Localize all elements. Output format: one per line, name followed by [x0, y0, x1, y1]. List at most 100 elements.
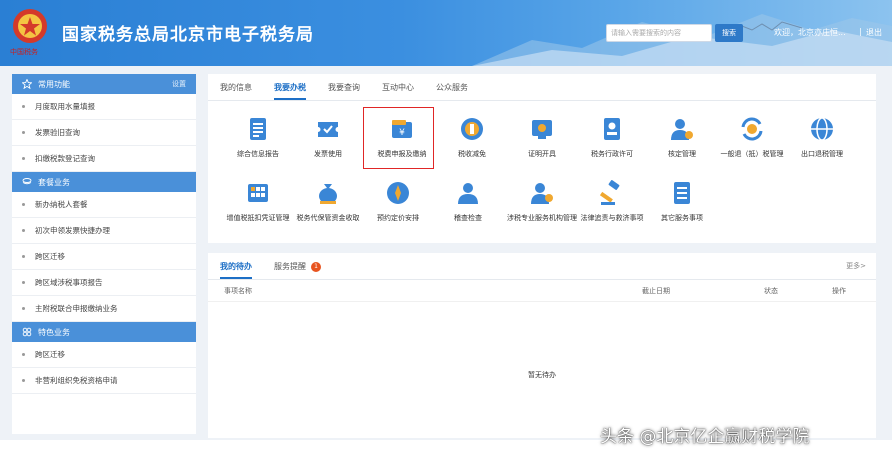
service-label: 出口退税管理	[801, 150, 843, 158]
main-tabs: 我的信息 我要办税 我要查询 互动中心 公众服务	[208, 74, 876, 101]
sidebar-item[interactable]: 初次申领发票快捷办理	[12, 218, 196, 244]
star-icon	[22, 79, 32, 89]
service-agency-management[interactable]: 涉税专业服务机构管理	[506, 179, 578, 223]
grid-icon	[22, 327, 32, 337]
bullet-icon	[22, 105, 25, 108]
svg-text:¥: ¥	[399, 128, 405, 138]
empty-state-text: 暂无待办	[528, 371, 556, 379]
tax-payment-icon: ¥	[392, 120, 412, 138]
todo-table-header: 事项名称 截止日期 状态 操作	[208, 280, 876, 302]
todo-tabs: 我的待办 服务提醒 1 更多>	[208, 253, 876, 280]
sidebar-item[interactable]: 月度取用水量填报	[12, 94, 196, 120]
service-other-matters[interactable]: 其它服务事项	[646, 179, 718, 223]
layers-icon	[22, 178, 32, 185]
service-label: 税费申报及缴纳	[377, 150, 427, 158]
header-separator: |	[859, 27, 862, 36]
service-label: 稽查检查	[454, 214, 482, 222]
coin-icon	[461, 118, 483, 140]
service-label: 涉税专业服务机构管理	[507, 214, 577, 222]
service-general-refund[interactable]: 一般退（抵）税管理	[716, 115, 788, 159]
sidebar-item[interactable]: 新办纳税人套餐	[12, 192, 196, 218]
service-label: 税务行政许可	[591, 150, 633, 158]
tab-interaction[interactable]: 互动中心	[382, 82, 414, 100]
service-custody-funds[interactable]: 税务代保管资金收取	[292, 179, 364, 223]
permit-icon	[604, 118, 620, 140]
sidebar-section-package[interactable]: 套餐业务	[12, 172, 196, 192]
service-label: 综合信息报告	[237, 150, 279, 158]
service-label: 一般退（抵）税管理	[720, 150, 784, 158]
column-header: 截止日期	[642, 286, 670, 295]
service-label: 其它服务事项	[661, 214, 703, 222]
bullet-icon	[22, 203, 25, 206]
bullet-icon	[22, 353, 25, 356]
todo-panel: 我的待办 服务提醒 1 更多> 事项名称 截止日期 状态 操作 暂无待办	[208, 253, 876, 438]
sidebar-section-featured[interactable]: 特色业务	[12, 322, 196, 342]
service-label: 核定管理	[668, 150, 696, 158]
sidebar-item-label: 新办纳税人套餐	[35, 200, 88, 209]
service-advance-pricing[interactable]: 预约定价安排	[362, 179, 434, 223]
service-vat-deduction[interactable]: 增值税抵扣凭证管理	[222, 179, 294, 223]
sidebar-item[interactable]: 跨区域涉税事项报告	[12, 270, 196, 296]
sidebar-item[interactable]: 发票验旧查询	[12, 120, 196, 146]
tab-my-info[interactable]: 我的信息	[220, 82, 252, 100]
settings-link[interactable]: 设置	[172, 79, 186, 89]
bullet-icon	[22, 229, 25, 232]
more-link[interactable]: 更多>	[846, 261, 866, 271]
bullet-icon	[22, 157, 25, 160]
tab-service-reminder[interactable]: 服务提醒 1	[274, 261, 321, 279]
emblem-caption: 中国税务	[10, 48, 38, 56]
bullet-icon	[22, 131, 25, 134]
service-inspection[interactable]: 稽查检查	[432, 179, 504, 223]
sidebar-item-label: 扣缴税款登记查询	[35, 154, 95, 163]
sidebar-item[interactable]: 非营利组织免税资格申请	[12, 368, 196, 394]
service-label: 税收减免	[458, 150, 486, 158]
bullet-icon	[22, 255, 25, 258]
service-label: 预约定价安排	[377, 214, 419, 222]
tab-query[interactable]: 我要查询	[328, 82, 360, 100]
compass-icon	[387, 182, 409, 204]
tab-service-reminder-label: 服务提醒	[274, 262, 306, 271]
tab-my-todo[interactable]: 我的待办	[220, 261, 252, 279]
sidebar-item-label: 跨区域涉税事项报告	[35, 278, 103, 287]
tab-public-service[interactable]: 公众服务	[436, 82, 468, 100]
watermark-text: 头条 @北京亿企赢财税学院	[600, 427, 810, 447]
gavel-icon	[599, 180, 620, 205]
service-label: 证明开具	[528, 150, 556, 158]
reminder-count-badge: 1	[311, 261, 321, 272]
sidebar-item[interactable]: 扣缴税款登记查询	[12, 146, 196, 172]
search-input[interactable]	[606, 24, 712, 42]
column-header: 状态	[764, 286, 778, 295]
money-bag-icon	[319, 184, 337, 204]
logout-link[interactable]: 退出	[866, 27, 882, 38]
service-admin-permit[interactable]: 税务行政许可	[576, 115, 648, 159]
sidebar-item[interactable]: 主附税联合申报缴纳业务	[12, 296, 196, 322]
bullet-icon	[22, 379, 25, 382]
bullet-icon	[22, 281, 25, 284]
bullet-icon	[22, 307, 25, 310]
ticket-icon	[318, 122, 338, 137]
service-invoice-use[interactable]: 发票使用	[292, 115, 364, 159]
search-button[interactable]: 搜索	[715, 24, 743, 42]
service-general-info-report[interactable]: 综合信息报告	[222, 115, 294, 159]
service-tax-relief[interactable]: 税收减免	[436, 115, 508, 159]
service-label: 法律追责与救济事项	[580, 214, 644, 222]
tab-do-tax[interactable]: 我要办税	[274, 82, 306, 100]
service-legal-remedy[interactable]: 法律追责与救济事项	[576, 179, 648, 223]
sidebar-section-title: 特色业务	[38, 327, 70, 337]
service-label: 税务代保管资金收取	[296, 214, 360, 222]
list-icon	[674, 182, 690, 204]
sidebar-section-common[interactable]: 常用功能 设置	[12, 74, 196, 94]
service-assessment-management[interactable]: 核定管理	[646, 115, 718, 159]
globe-icon	[811, 117, 833, 141]
service-export-refund[interactable]: 出口退税管理	[786, 115, 858, 159]
refund-icon	[741, 117, 763, 141]
sidebar-item[interactable]: 跨区迁移	[12, 342, 196, 368]
service-label: 增值税抵扣凭证管理	[226, 214, 290, 222]
sidebar-item[interactable]: 跨区迁移	[12, 244, 196, 270]
sidebar-item-label: 月度取用水量填报	[35, 102, 95, 111]
service-tax-filing-payment[interactable]: ¥ 税费申报及缴纳	[363, 107, 438, 169]
service-certificate[interactable]: 证明开具	[506, 115, 578, 159]
header-bar: 中国税务 国家税务总局北京市电子税务局 搜索 欢迎，北京亦庄恒... | 退出	[0, 0, 892, 66]
welcome-user-text[interactable]: 欢迎，北京亦庄恒...	[774, 27, 846, 38]
user-gear-icon	[671, 119, 693, 140]
